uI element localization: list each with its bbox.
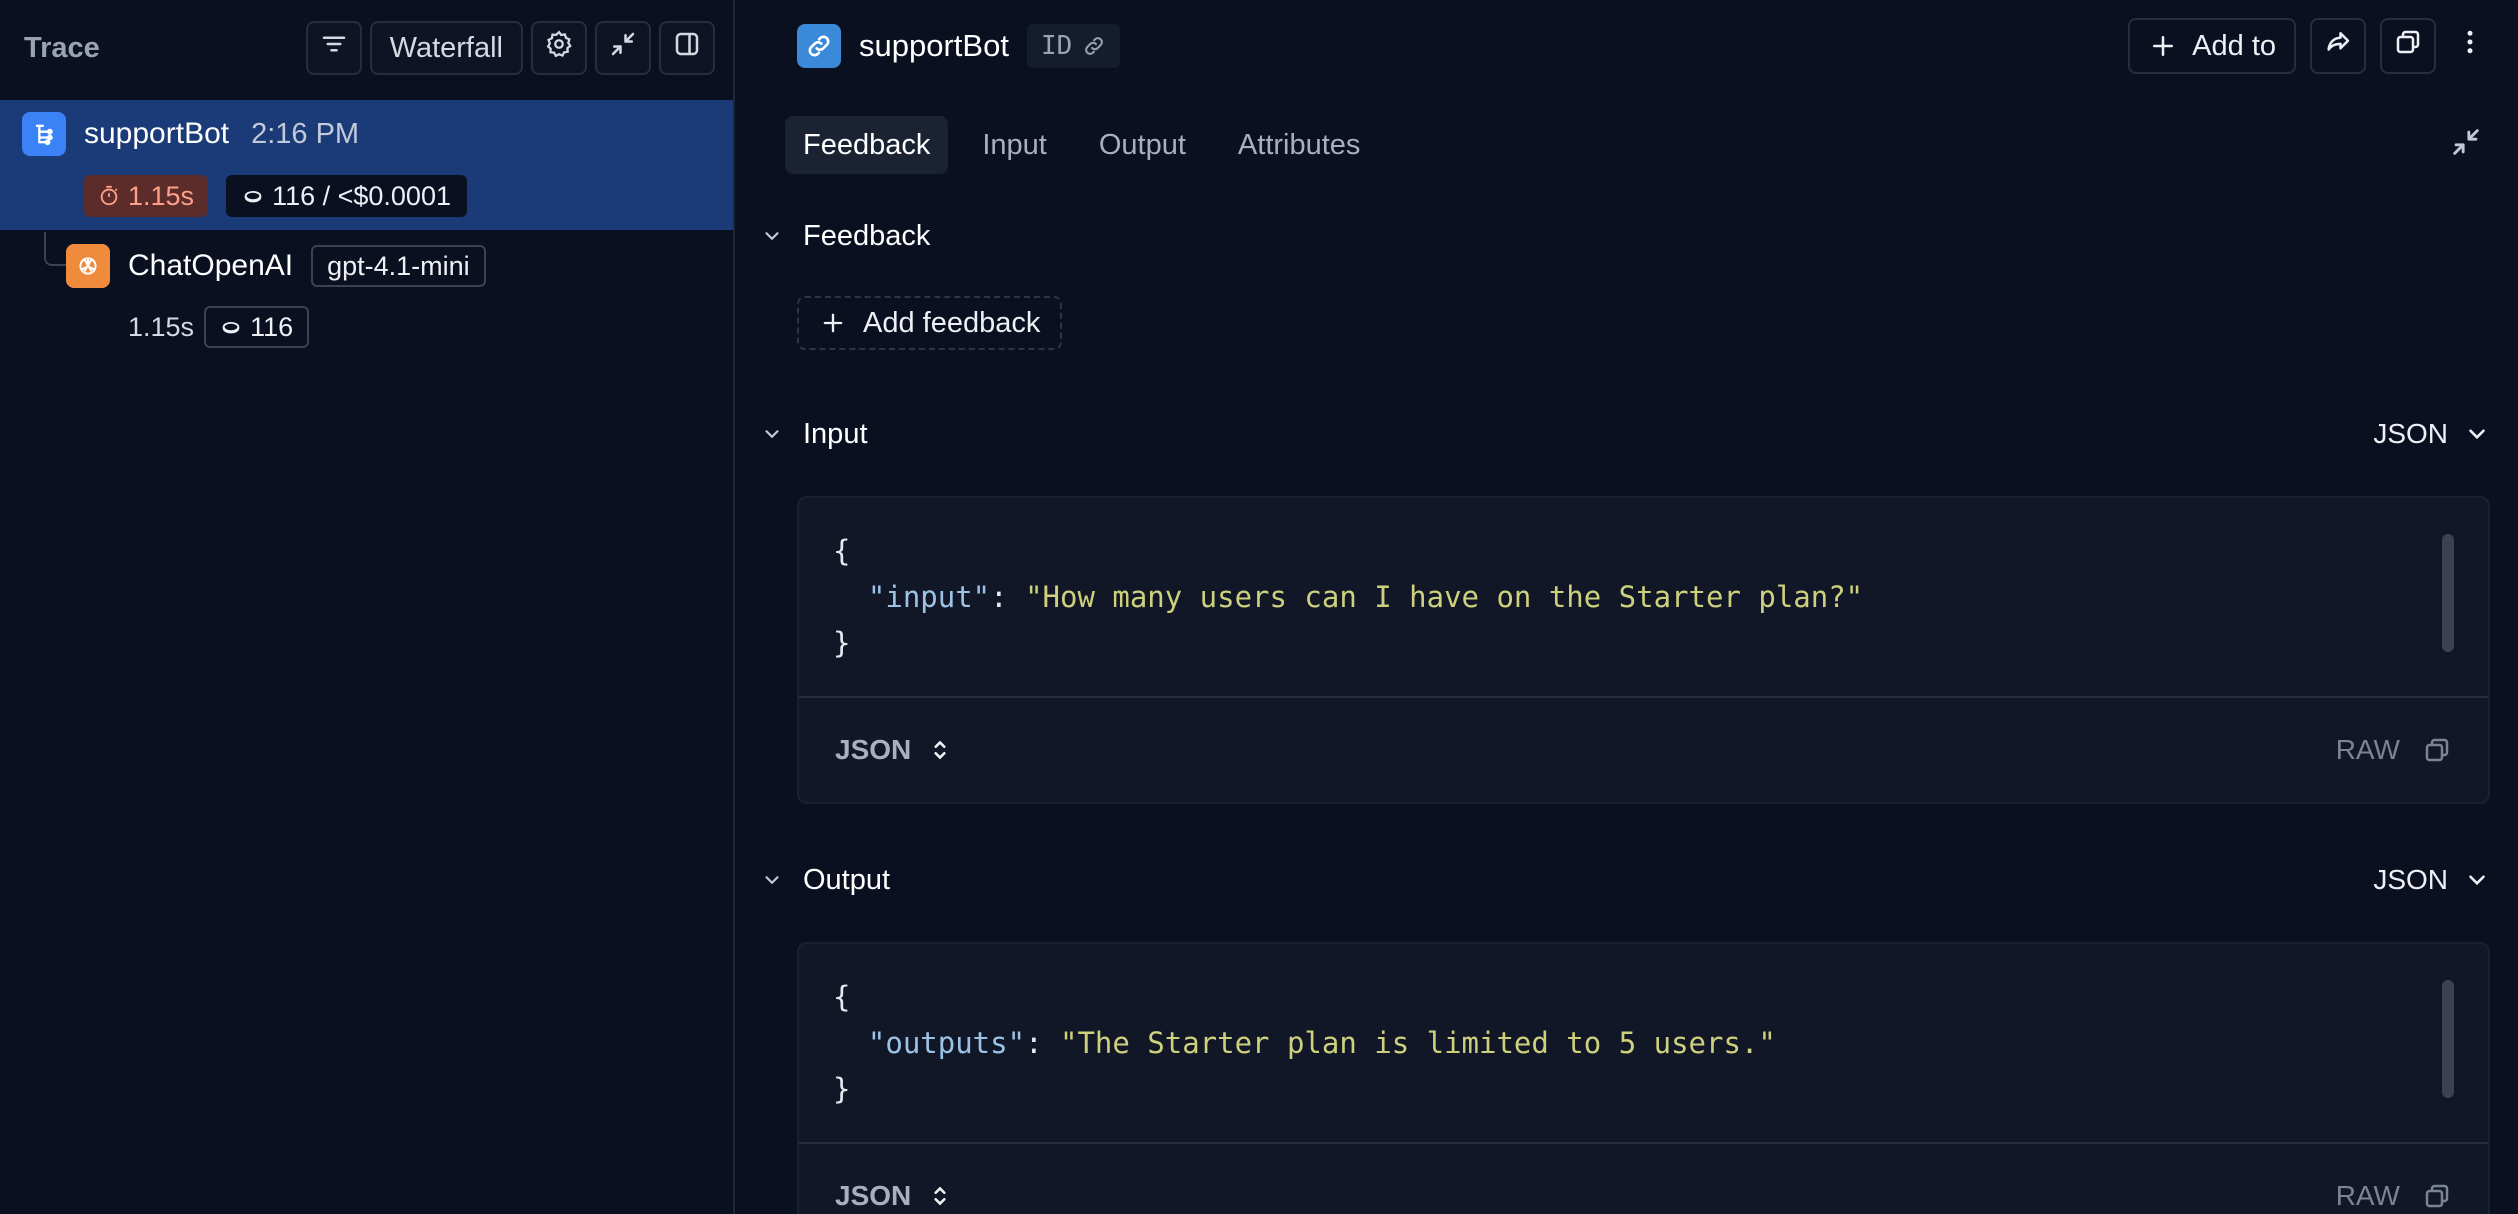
input-raw-copy[interactable]: RAW [2336, 734, 2452, 766]
collapse-sections-button[interactable] [2446, 124, 2486, 164]
json-key: "outputs" [867, 1026, 1026, 1060]
plus-icon [2153, 36, 2174, 56]
input-format-value: JSON [2373, 418, 2448, 449]
copy-id-chip[interactable]: ID [1026, 24, 1121, 68]
run-detail-header: supportBot ID Add to [735, 0, 2518, 92]
output-format-select[interactable]: JSON [2373, 864, 2490, 896]
collapse-arrows-icon [608, 29, 638, 67]
run-title: supportBot [859, 28, 1009, 63]
output-format-value: JSON [2373, 864, 2448, 895]
tokens-cost-value: 116 / <$0.0001 [272, 180, 451, 211]
input-json-footer: JSON RAW [799, 696, 2488, 802]
run-detail-panel: supportBot ID Add to Feedback Input Outp… [735, 0, 2518, 1214]
json-key: "input" [867, 580, 991, 614]
latency-value: 1.15s [128, 311, 195, 342]
vertical-scrollbar[interactable] [2442, 534, 2454, 652]
chain-icon [22, 112, 66, 156]
share-button[interactable] [2310, 18, 2366, 74]
output-json-footer: JSON RAW [799, 1142, 2488, 1214]
chevron-down-icon [2469, 875, 2485, 886]
tree-connector [44, 232, 66, 266]
add-feedback-button[interactable]: Add feedback [797, 296, 1063, 350]
input-format-select[interactable]: JSON [2373, 418, 2490, 450]
copy-button[interactable] [2380, 18, 2436, 74]
filter-button[interactable] [305, 21, 362, 75]
settings-button[interactable] [531, 21, 587, 75]
chevron-up-down-icon [934, 740, 946, 760]
tab-output[interactable]: Output [1081, 116, 1204, 174]
model-tag: gpt-4.1-mini [311, 245, 486, 287]
waterfall-view-button[interactable]: Waterfall [369, 21, 523, 75]
footer-format-label: JSON [835, 1180, 912, 1211]
link-icon [1085, 37, 1104, 55]
trace-app: Trace Waterfall supportBot 2:16 PM 1.15s… [0, 0, 2518, 1214]
latency-value: 1.15s [128, 180, 195, 211]
toggle-panel-button[interactable] [659, 21, 715, 75]
collapse-button[interactable] [595, 21, 651, 75]
run-name: supportBot [84, 117, 230, 150]
json-string-value: "How many users can I have on the Starte… [1025, 580, 1864, 614]
run-stats-chatopenai: 1.15s 116 [128, 306, 310, 348]
tab-attributes[interactable]: Attributes [1220, 116, 1379, 174]
copy-icon [2425, 738, 2449, 762]
id-label: ID [1040, 31, 1073, 61]
raw-label: RAW [2335, 734, 2400, 765]
trace-panel-header: Trace Waterfall [0, 0, 733, 96]
openai-icon [66, 244, 110, 288]
vertical-scrollbar[interactable] [2442, 980, 2454, 1098]
chevron-down-icon [2469, 429, 2485, 440]
input-section-title: Input [803, 417, 868, 450]
feedback-section-title: Feedback [803, 219, 931, 252]
run-node-supportbot[interactable]: supportBot 2:16 PM [22, 112, 359, 156]
link-chain-icon [797, 24, 841, 68]
filter-lines-icon [319, 29, 349, 67]
raw-label: RAW [2335, 1180, 2400, 1211]
output-section-header[interactable]: Output JSON [757, 852, 2490, 908]
add-to-label: Add to [2192, 29, 2276, 62]
input-footer-format-toggle[interactable]: JSON [835, 734, 953, 766]
latency-badge: 1.15s [84, 175, 209, 217]
chevron-down-icon [757, 865, 787, 895]
copy-icon [2393, 27, 2423, 65]
copy-icon [2425, 1184, 2449, 1208]
coin-icon [244, 190, 262, 203]
run-start-time: 2:16 PM [251, 117, 360, 150]
tokens-badge: 116 [204, 306, 310, 348]
kebab-menu-icon [2455, 27, 2485, 65]
sidebar-panel-icon [672, 29, 702, 67]
coin-icon [222, 321, 240, 334]
tab-input[interactable]: Input [964, 116, 1065, 174]
trace-panel-title: Trace [24, 31, 100, 64]
run-node-chatopenai[interactable]: ChatOpenAI gpt-4.1-mini [66, 244, 486, 288]
tokens-cost-badge: 116 / <$0.0001 [226, 175, 467, 217]
more-options-button[interactable] [2450, 18, 2490, 74]
input-section-header[interactable]: Input JSON [757, 406, 2490, 462]
input-json-code[interactable]: { "input": "How many users can I have on… [799, 498, 2488, 696]
share-arrow-icon [2323, 27, 2353, 65]
chevron-up-down-icon [934, 1186, 946, 1206]
chevron-down-icon [757, 221, 787, 251]
add-feedback-label: Add feedback [863, 306, 1041, 339]
add-to-button[interactable]: Add to [2128, 18, 2296, 74]
output-footer-format-toggle[interactable]: JSON [835, 1180, 953, 1212]
plus-icon [823, 313, 843, 333]
input-json-viewer: { "input": "How many users can I have on… [797, 496, 2490, 804]
output-raw-copy[interactable]: RAW [2336, 1180, 2452, 1212]
tokens-value: 116 [250, 311, 294, 342]
run-stats-supportbot: 1.15s 116 / <$0.0001 [84, 175, 467, 217]
chevron-down-icon [757, 419, 787, 449]
run-name: ChatOpenAI [128, 249, 294, 282]
feedback-section-header[interactable]: Feedback [757, 208, 2490, 264]
output-json-viewer: { "outputs": "The Starter plan is limite… [797, 942, 2490, 1214]
detail-tabs: Feedback Input Output Attributes [785, 116, 1394, 174]
output-section-title: Output [803, 863, 891, 896]
tab-feedback[interactable]: Feedback [785, 116, 949, 174]
collapse-arrows-icon [2449, 125, 2483, 164]
output-json-code[interactable]: { "outputs": "The Starter plan is limite… [799, 944, 2488, 1142]
trace-panel: Trace Waterfall supportBot 2:16 PM 1.15s… [0, 0, 735, 1214]
stopwatch-icon [100, 185, 118, 206]
gear-icon [544, 29, 574, 67]
footer-format-label: JSON [835, 734, 912, 765]
json-string-value: "The Starter plan is limited to 5 users.… [1059, 1026, 1776, 1060]
